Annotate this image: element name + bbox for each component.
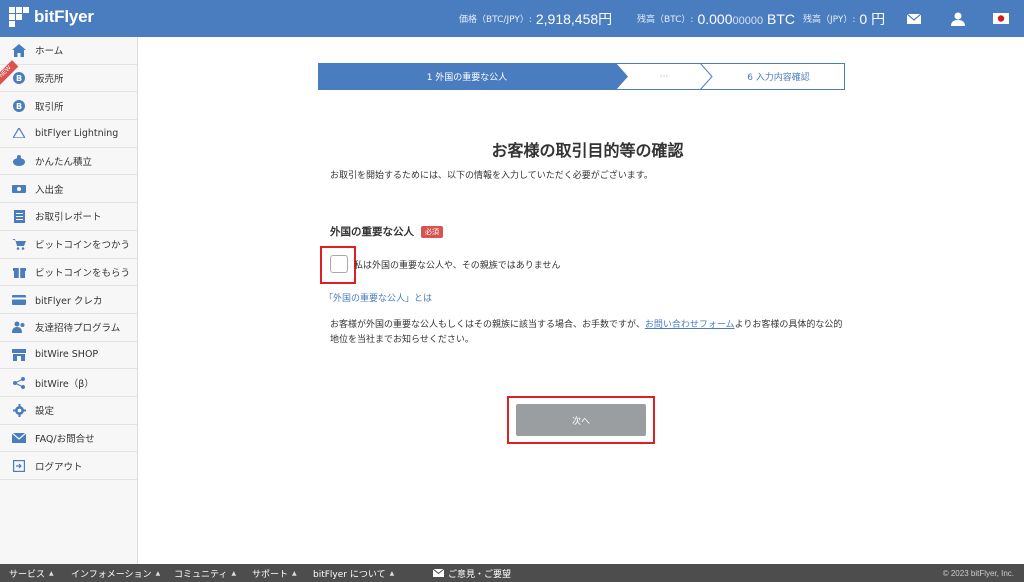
btc-balance-label: 残高（BTC）: — [637, 15, 694, 25]
footer-about[interactable]: bitFlyer について ▲ — [313, 564, 394, 582]
price-label: 価格（BTC/JPY）: — [459, 15, 532, 25]
svg-text:B: B — [16, 74, 22, 83]
price-display: 価格（BTC/JPY）: 2,918,458円 — [459, 0, 612, 37]
footer-community[interactable]: コミュニティ ▲ — [174, 564, 236, 582]
jpy-balance-value: 0 円 — [859, 10, 886, 27]
report-icon — [12, 209, 26, 223]
sidebar-item-use-bitcoin[interactable]: ビットコインをつかう — [0, 230, 137, 259]
brand-logo[interactable]: bitFlyer — [9, 7, 94, 27]
feedback-mail-icon — [433, 569, 444, 577]
cart-icon — [12, 237, 26, 251]
shop-icon — [12, 348, 26, 362]
friends-icon — [12, 320, 26, 334]
top-header: bitFlyer 価格（BTC/JPY）: 2,918,458円 残高（BTC）… — [0, 0, 1024, 37]
sidebar-item-credit-card[interactable]: bitFlyer クレカ — [0, 286, 137, 314]
sidebar-item-bitwire[interactable]: bitWire（β） — [0, 369, 137, 397]
envelope-icon — [12, 431, 26, 445]
btc-balance-value: 0.00000000 BTC — [697, 10, 795, 27]
piggy-icon — [12, 154, 26, 168]
gear-icon — [12, 403, 26, 417]
logout-icon — [12, 459, 26, 473]
required-badge: 必須 — [421, 225, 443, 238]
step-1: 1 外国の重要な公人 — [426, 73, 508, 83]
sidebar-item-report[interactable]: お取引レポート — [0, 203, 137, 231]
footer: サービス ▲ インフォメーション ▲ コミュニティ ▲ サポート ▲ bitFlyer … — [0, 564, 1024, 582]
footer-services[interactable]: サービス ▲ — [9, 564, 54, 582]
gift-icon — [12, 265, 26, 279]
sidebar-item-tsumitate[interactable]: かんたん積立 — [0, 147, 137, 176]
lightning-icon — [12, 126, 26, 140]
notice-text: お客様が外国の重要な公人もしくはその親族に該当する場合、お手数ですが、お問い合わ… — [330, 320, 843, 345]
sidebar-item-settings[interactable]: 設定 — [0, 396, 137, 425]
price-value: 2,918,458円 — [535, 10, 613, 27]
sidebar-item-deposit[interactable]: 入出金 — [0, 175, 137, 204]
bitflyer-logo-icon — [9, 7, 29, 27]
contact-form-link[interactable]: お問い合わせフォーム — [645, 320, 735, 330]
pep-definition-link[interactable]: 「外国の重要な公人」とは — [324, 291, 432, 304]
sidebar-item-logout[interactable]: ログアウト — [0, 452, 137, 480]
section-title: 外国の重要な公人 必須 — [330, 224, 443, 239]
sidebar-item-earn-bitcoin[interactable]: ビットコインをもらう — [0, 258, 137, 287]
sidebar-item-bitwire-shop[interactable]: bitWire SHOP — [0, 341, 137, 370]
footer-feedback[interactable]: ご意見・ご要望 — [433, 564, 511, 582]
sidebar-item-home[interactable]: ホーム — [0, 37, 137, 65]
jpy-balance-label: 残高（JPY）: — [803, 15, 856, 25]
sidebar-item-hanbaijo[interactable]: NEW B 販売所 — [0, 59, 137, 93]
progress-stepper: 1 外国の重要な公人 ··· 6 入力内容確認 — [318, 63, 845, 90]
home-icon — [12, 43, 26, 57]
page-title: お客様の取引目的等の確認 — [491, 141, 684, 160]
pep-checkbox[interactable] — [330, 255, 348, 273]
checkbox-label[interactable]: 私は外国の重要な公人や、その親族ではありません — [354, 258, 560, 271]
sidebar-item-torihikijo[interactable]: B 取引所 — [0, 92, 137, 121]
cash-icon — [12, 182, 26, 196]
svg-text:B: B — [16, 102, 22, 111]
japan-flag-icon[interactable] — [991, 0, 1011, 37]
footer-support[interactable]: サポート ▲ — [252, 564, 297, 582]
share-icon — [12, 376, 26, 390]
mail-icon[interactable] — [904, 0, 924, 37]
brand-name: bitFlyer — [34, 7, 94, 26]
bitcoin-icon: B — [12, 99, 26, 113]
jpy-balance-display: 残高（JPY）: 0 円 — [803, 0, 885, 37]
sidebar-item-lightning[interactable]: bitFlyer Lightning — [0, 120, 137, 148]
btc-balance-display: 残高（BTC）: 0.00000000 BTC — [637, 0, 795, 37]
step-6: 6 入力内容確認 — [747, 73, 810, 83]
bitcoin-icon: B — [12, 71, 26, 85]
sidebar-item-referral[interactable]: 友達招待プログラム — [0, 313, 137, 342]
sidebar: ホーム NEW B 販売所 B 取引所 bitFlyer Lightning か… — [0, 37, 138, 564]
footer-information[interactable]: インフォメーション ▲ — [71, 564, 160, 582]
sidebar-item-faq[interactable]: FAQ/お問合せ — [0, 424, 137, 453]
intro-text: お取引を開始するためには、以下の情報を入力していただく必要がございます。 — [330, 171, 653, 181]
next-button[interactable]: 次へ — [516, 404, 646, 436]
card-icon — [12, 293, 26, 307]
copyright: © 2023 bitFlyer, Inc. — [942, 568, 1014, 578]
step-ellipsis: ··· — [659, 71, 669, 82]
user-icon[interactable] — [948, 0, 968, 37]
